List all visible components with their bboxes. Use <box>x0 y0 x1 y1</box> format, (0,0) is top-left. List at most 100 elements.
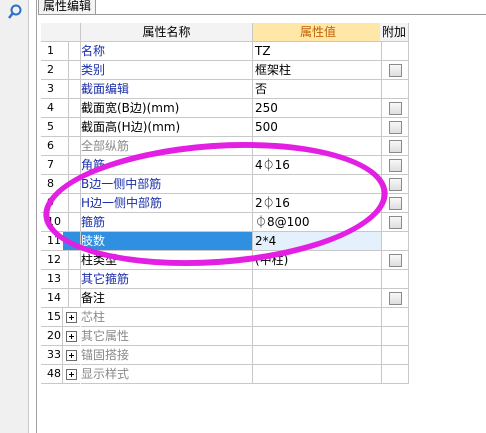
row-expander <box>63 251 81 270</box>
tab-property-edit[interactable]: 属性编辑 <box>38 0 97 15</box>
group-name[interactable]: 芯柱 <box>81 308 253 327</box>
row-expander <box>63 270 81 289</box>
property-name[interactable]: 截面高(H边)(mm) <box>81 118 253 137</box>
table-row[interactable]: 13 其它箍筋 <box>41 270 409 289</box>
property-value[interactable] <box>253 175 382 194</box>
property-name[interactable]: 全部纵筋 <box>81 137 253 156</box>
property-name[interactable]: B边一侧中部筋 <box>81 175 253 194</box>
header-name[interactable]: 属性名称 <box>81 23 253 42</box>
property-value[interactable]: 框架柱 <box>253 61 382 80</box>
group-value <box>253 308 382 327</box>
property-value[interactable]: 250 <box>253 99 382 118</box>
row-expander <box>63 175 81 194</box>
group-expander[interactable] <box>63 327 80 346</box>
extra-cell <box>380 42 409 61</box>
group-value <box>253 365 382 384</box>
row-expander <box>63 99 81 118</box>
property-value[interactable]: 2⏀16 <box>253 194 382 213</box>
table-row[interactable]: 11 肢数 2*4 <box>41 232 409 251</box>
group-name[interactable]: 其它属性 <box>81 327 253 346</box>
extra-checkbox[interactable] <box>389 102 402 115</box>
property-name[interactable]: 截面编辑 <box>81 80 253 99</box>
property-name[interactable]: H边一侧中部筋 <box>81 194 253 213</box>
property-name[interactable]: 备注 <box>81 289 253 308</box>
extra-cell <box>380 80 409 99</box>
property-value[interactable]: 500 <box>253 118 382 137</box>
header-extra[interactable]: 附加 <box>380 23 409 42</box>
row-expander <box>63 194 81 213</box>
group-number: 20 <box>41 327 63 346</box>
extra-cell <box>380 61 409 80</box>
left-toolbar <box>0 0 29 433</box>
row-expander <box>63 156 81 175</box>
row-expander <box>63 232 81 251</box>
plus-icon[interactable] <box>66 331 77 342</box>
group-expander[interactable] <box>63 308 80 327</box>
extra-cell <box>380 194 409 213</box>
property-name[interactable]: 柱类型 <box>81 251 253 270</box>
table-row[interactable]: 14 备注 <box>41 289 409 308</box>
table-row[interactable]: 7 角筋 4⏀16 <box>41 156 409 175</box>
extra-checkbox[interactable] <box>389 254 402 267</box>
group-row[interactable]: 20 其它属性 <box>41 327 409 346</box>
extra-checkbox[interactable] <box>389 292 402 305</box>
table-row[interactable]: 3 截面编辑否 <box>41 80 409 99</box>
property-value[interactable] <box>253 137 382 156</box>
row-expander <box>63 137 81 156</box>
property-name[interactable]: 肢数 <box>81 232 253 251</box>
extra-checkbox[interactable] <box>389 140 402 153</box>
property-value[interactable]: ⏀8@100 <box>253 213 382 232</box>
property-value[interactable]: 2*4 <box>253 232 382 251</box>
group-row[interactable]: 15 芯柱 <box>41 308 409 327</box>
property-name[interactable]: 其它箍筋 <box>81 270 253 289</box>
search-icon[interactable] <box>6 3 24 21</box>
property-value[interactable]: 4⏀16 <box>253 156 382 175</box>
group-value <box>253 346 382 365</box>
property-value[interactable]: (中柱) <box>253 251 382 270</box>
group-extra <box>380 308 409 327</box>
table-row[interactable]: 9 H边一侧中部筋 2⏀16 <box>41 194 409 213</box>
table-row[interactable]: 6 全部纵筋 <box>41 137 409 156</box>
group-expander[interactable] <box>63 346 80 365</box>
table-row[interactable]: 8 B边一侧中部筋 <box>41 175 409 194</box>
plus-icon[interactable] <box>66 350 77 361</box>
property-name[interactable]: 类别 <box>81 61 253 80</box>
property-name[interactable]: 截面宽(B边)(mm) <box>81 99 253 118</box>
extra-checkbox[interactable] <box>389 64 402 77</box>
row-expander <box>63 80 81 99</box>
extra-checkbox[interactable] <box>389 216 402 229</box>
tab-underline <box>38 14 486 15</box>
plus-icon[interactable] <box>66 312 77 323</box>
group-name[interactable]: 锚固搭接 <box>81 346 253 365</box>
property-name[interactable]: 名称 <box>81 42 253 61</box>
extra-checkbox[interactable] <box>389 159 402 172</box>
property-value[interactable] <box>253 270 382 289</box>
group-name[interactable]: 显示样式 <box>81 365 253 384</box>
property-name[interactable]: 箍筋 <box>81 213 253 232</box>
header-value[interactable]: 属性值 <box>253 23 382 42</box>
table-row[interactable]: 2 类别 框架柱 <box>41 61 409 80</box>
property-value[interactable]: 否 <box>253 80 382 99</box>
table-row[interactable]: 10 箍筋 ⏀8@100 <box>41 213 409 232</box>
group-row[interactable]: 48 显示样式 <box>41 365 409 384</box>
property-value[interactable] <box>253 289 382 308</box>
header-expander <box>63 23 81 42</box>
plus-icon[interactable] <box>66 369 77 380</box>
row-expander <box>63 42 81 61</box>
property-value[interactable]: TZ <box>253 42 382 61</box>
group-extra <box>380 346 409 365</box>
row-expander <box>63 289 81 308</box>
table-row[interactable]: 1 名称 TZ <box>41 42 409 61</box>
group-row[interactable]: 33 锚固搭接 <box>41 346 409 365</box>
group-value <box>253 327 382 346</box>
table-row[interactable]: 12 柱类型 (中柱) <box>41 251 409 270</box>
extra-cell <box>380 213 409 232</box>
table-row[interactable]: 4 截面宽(B边)(mm) 250 <box>41 99 409 118</box>
extra-checkbox[interactable] <box>389 178 402 191</box>
extra-checkbox[interactable] <box>389 197 402 210</box>
group-expander[interactable] <box>63 365 80 384</box>
extra-checkbox[interactable] <box>389 121 402 134</box>
table-row[interactable]: 5 截面高(H边)(mm) 500 <box>41 118 409 137</box>
extra-cell <box>380 175 409 194</box>
property-name[interactable]: 角筋 <box>81 156 253 175</box>
